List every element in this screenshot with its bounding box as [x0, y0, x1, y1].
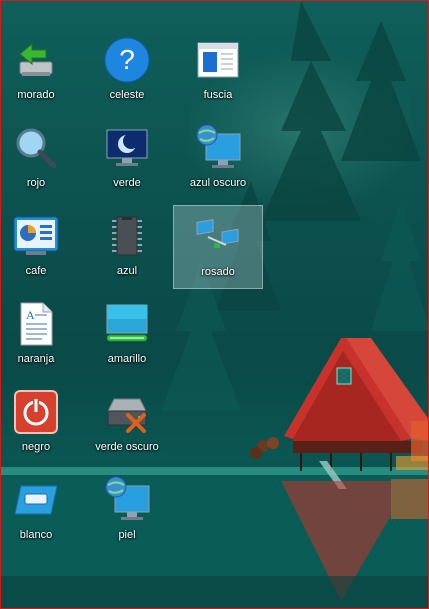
dashboard-icon	[11, 211, 61, 261]
icon-label: rosado	[201, 266, 235, 278]
desktop-icon-verde[interactable]: verde	[82, 117, 172, 201]
document-icon: A	[11, 299, 61, 349]
icon-label: fuscia	[203, 89, 233, 101]
desktop-icon-azul[interactable]: azul	[82, 205, 172, 289]
icon-label: negro	[21, 441, 51, 453]
icon-label: azul oscuro	[189, 177, 247, 189]
icon-label: piel	[118, 529, 136, 541]
network-icon	[193, 212, 243, 262]
icon-label: verde	[113, 177, 141, 189]
icon-label: naranja	[17, 353, 55, 365]
desktop-icon-rojo[interactable]: rojo	[1, 117, 81, 201]
magnifier-icon	[11, 123, 61, 173]
help-icon: ?	[102, 35, 152, 85]
icon-label: cafe	[25, 265, 47, 277]
icon-label: rojo	[26, 177, 46, 189]
desktop-icon-morado[interactable]: morado	[1, 29, 81, 113]
desktop-icon-negro[interactable]: negro	[1, 381, 81, 465]
chip-icon	[102, 211, 152, 261]
desktop-icon-azul-oscuro[interactable]: azul oscuro	[173, 117, 263, 201]
network-monitor-icon	[193, 123, 243, 173]
usb-drive-icon	[11, 35, 61, 85]
power-icon	[11, 387, 61, 437]
icon-label: blanco	[19, 529, 53, 541]
icon-label: verde oscuro	[95, 441, 159, 453]
server-disconnected-icon	[102, 387, 152, 437]
globe-monitor-icon	[102, 475, 152, 525]
svg-text:?: ?	[119, 44, 135, 75]
desktop-icon-rosado[interactable]: rosado	[173, 205, 263, 289]
svg-text:A: A	[26, 308, 35, 322]
desktop-icon-verde-oscuro[interactable]: verde oscuro	[82, 381, 172, 465]
monitor-sleep-icon	[102, 123, 152, 173]
desktop-icon-celeste[interactable]: ? celeste	[82, 29, 172, 113]
desktop-icon-cafe[interactable]: cafe	[1, 205, 81, 289]
display-icon	[102, 299, 152, 349]
card-icon	[11, 475, 61, 525]
window-icon	[193, 35, 243, 85]
desktop-icon-naranja[interactable]: A naranja	[1, 293, 81, 377]
desktop: morado ? celeste fuscia rojo verde azul …	[0, 0, 429, 609]
desktop-icon-fuscia[interactable]: fuscia	[173, 29, 263, 113]
icon-label: amarillo	[107, 353, 147, 365]
icon-label: morado	[17, 89, 55, 101]
icon-label: azul	[116, 265, 138, 277]
desktop-icon-amarillo[interactable]: amarillo	[82, 293, 172, 377]
desktop-icon-blanco[interactable]: blanco	[1, 469, 81, 553]
icon-label: celeste	[109, 89, 145, 101]
desktop-icon-piel[interactable]: piel	[82, 469, 172, 553]
